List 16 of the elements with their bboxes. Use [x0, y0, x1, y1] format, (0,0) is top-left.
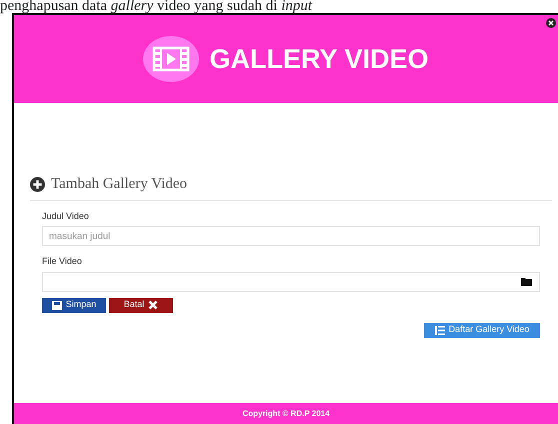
save-icon	[52, 300, 62, 310]
section-title: Tambah Gallery Video	[51, 175, 188, 194]
cancel-button[interactable]: Batal	[109, 298, 173, 312]
field-label: File Video	[42, 255, 83, 268]
folder-icon[interactable]	[521, 277, 533, 286]
text-field[interactable]: masukan judul	[42, 226, 540, 246]
plus-circle-icon	[30, 176, 45, 192]
header-title: GALLERY VIDEO	[209, 42, 429, 76]
save-button[interactable]: Simpan	[42, 298, 106, 312]
list-icon	[434, 326, 445, 334]
field-label: Judul Video	[42, 210, 90, 222]
footer-text: Copyright © RD.P 2014	[14, 403, 558, 424]
close-icon[interactable]	[546, 18, 556, 28]
file-field[interactable]	[42, 272, 540, 292]
close-icon	[148, 300, 158, 310]
film-icon	[143, 36, 200, 82]
